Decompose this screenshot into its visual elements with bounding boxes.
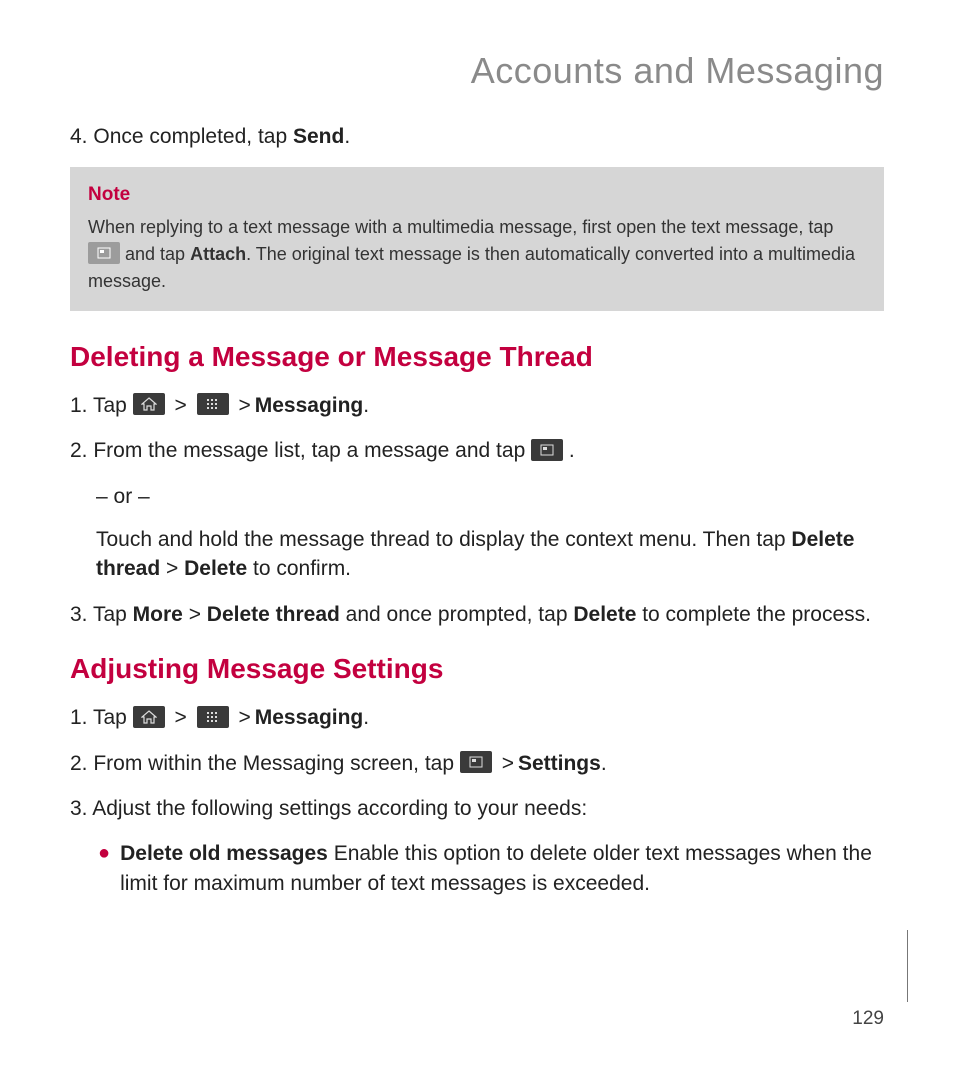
text: . [363, 394, 369, 417]
chevron: > [183, 603, 207, 626]
note-body: When replying to a text message with a m… [88, 214, 866, 295]
text: . [563, 439, 575, 462]
adjust-step-1: 1. Tap > > Messaging. [70, 703, 884, 732]
note-title: Note [88, 181, 866, 210]
menu-icon [88, 242, 120, 264]
bullet-text: Delete old messages Enable this option t… [120, 839, 884, 898]
settings-label: Settings [518, 752, 601, 775]
text: Touch and hold the message thread to dis… [96, 528, 791, 551]
delete-thread-label: Delete thread [207, 603, 340, 626]
home-icon [133, 706, 165, 728]
bullet-icon: ● [98, 839, 110, 898]
text: . [363, 706, 369, 729]
text: and once prompted, tap [340, 603, 574, 626]
text: and tap [125, 244, 190, 264]
text: Tap [93, 394, 133, 417]
page-number: 129 [852, 1008, 884, 1030]
chevron: > [175, 703, 187, 732]
more-label: More [133, 603, 183, 626]
step-number: 1. [70, 706, 93, 729]
text: Tap [93, 603, 133, 626]
messaging-label: Messaging [255, 394, 364, 417]
text: Tap [93, 706, 133, 729]
text: . [601, 752, 607, 775]
text: When replying to a text message with a m… [88, 217, 833, 237]
text: to confirm. [247, 557, 351, 580]
page-title: Accounts and Messaging [70, 50, 884, 92]
side-rule [907, 930, 908, 1002]
heading-adjusting: Adjusting Message Settings [70, 653, 884, 685]
menu-icon [460, 751, 492, 773]
text: From the message list, tap a message and… [93, 439, 531, 462]
text: Adjust the following settings according … [92, 797, 587, 820]
delete-label: Delete [184, 557, 247, 580]
home-icon [133, 393, 165, 415]
chevron: > [238, 703, 250, 732]
send-label: Send [293, 125, 344, 148]
chevron: > [160, 557, 184, 580]
messaging-label: Messaging [255, 706, 364, 729]
text: to complete the process. [636, 603, 871, 626]
menu-icon [531, 439, 563, 461]
step-number: 3. [70, 603, 93, 626]
bullet-delete-old-messages: ● Delete old messages Enable this option… [98, 839, 884, 898]
step-number: 1. [70, 394, 93, 417]
apps-icon [197, 393, 229, 415]
delete-step-1: 1. Tap > > Messaging. [70, 391, 884, 420]
text: From within the Messaging screen, tap [93, 752, 460, 775]
delete-step-2: 2. From the message list, tap a message … [70, 436, 884, 465]
note-box: Note When replying to a text message wit… [70, 167, 884, 311]
text: . [344, 125, 350, 148]
apps-icon [197, 706, 229, 728]
chevron: > [238, 391, 250, 420]
text: Once completed, tap [93, 125, 293, 148]
delete-label: Delete [573, 603, 636, 626]
step-4: 4. Once completed, tap Send. [70, 122, 884, 151]
adjust-step-2: 2. From within the Messaging screen, tap… [70, 749, 884, 778]
attach-label: Attach [190, 244, 246, 264]
step-number: 3. [70, 797, 92, 820]
step-number: 4. [70, 125, 93, 148]
chevron: > [175, 391, 187, 420]
step-number: 2. [70, 752, 93, 775]
delete-step-2b: Touch and hold the message thread to dis… [96, 525, 884, 584]
page: Accounts and Messaging 4. Once completed… [0, 0, 954, 1074]
delete-step-3: 3. Tap More > Delete thread and once pro… [70, 600, 884, 629]
or-divider: – or – [96, 482, 884, 511]
heading-deleting: Deleting a Message or Message Thread [70, 341, 884, 373]
chevron: > [502, 749, 514, 778]
step-number: 2. [70, 439, 93, 462]
delete-old-messages-label: Delete old messages [120, 842, 328, 865]
adjust-step-3: 3. Adjust the following settings accordi… [70, 794, 884, 823]
